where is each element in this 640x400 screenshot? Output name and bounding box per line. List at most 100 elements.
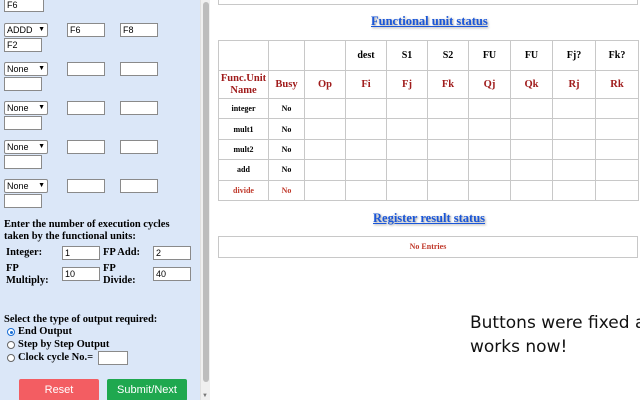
instr-2-dest-input[interactable]: F2 (4, 38, 42, 52)
fp-divide-label-2: Divide: (103, 275, 136, 286)
cell (510, 159, 553, 181)
reset-button[interactable]: Reset (19, 379, 99, 400)
cell (427, 138, 469, 161)
fp-multiply-label-2: Multiply: (6, 275, 49, 286)
chevron-down-icon: ▼ (38, 182, 45, 189)
cell (468, 138, 511, 161)
cell (595, 179, 639, 201)
instr-5-src2-input[interactable] (120, 140, 158, 154)
cell (386, 118, 428, 140)
busy-cell: No (268, 179, 305, 201)
integer-label: Integer: (6, 247, 43, 258)
unit-name-cell: mult2 (218, 138, 269, 161)
header-cell: Fj (386, 70, 428, 99)
instr-4-dest-input[interactable] (4, 116, 42, 130)
cell (345, 159, 387, 181)
overlay-caption: Buttons were fixed and works now! (470, 311, 640, 359)
cell (552, 179, 596, 201)
unit-name-cell: divide (218, 179, 269, 201)
cell (510, 97, 553, 120)
cell (510, 179, 553, 201)
instr-3-op-value: None (7, 64, 29, 74)
instr-5-op-select[interactable]: None ▼ (4, 140, 48, 154)
register-result-table: No Entries (218, 236, 638, 258)
header-cell: dest (345, 40, 387, 71)
cell (595, 118, 639, 140)
fp-divide-cycles-input[interactable]: 40 (153, 267, 191, 281)
busy-cell: No (268, 138, 305, 161)
step-output-radio[interactable] (7, 341, 15, 349)
header-cell: Rk (595, 70, 639, 99)
instr-6-op-value: None (7, 181, 29, 191)
functional-unit-status-title[interactable]: Functional unit status (371, 14, 488, 29)
scroll-down-arrow-icon[interactable]: ▼ (202, 393, 208, 399)
cell (468, 97, 511, 120)
table-row: mult2 No (218, 138, 639, 161)
instr-2-op-select[interactable]: ADDD ▼ (4, 23, 48, 37)
cell (552, 118, 596, 140)
instr-6-src2-input[interactable] (120, 179, 158, 193)
cell (304, 179, 346, 201)
scrollbar[interactable]: ▼ (200, 0, 210, 400)
instr-2-src1-input[interactable]: F6 (67, 23, 105, 37)
instr-1-dest-input[interactable]: F6 (4, 0, 44, 12)
integer-cycles-input[interactable]: 1 (62, 246, 100, 260)
chevron-down-icon: ▼ (38, 104, 45, 111)
header-row-2: Func.Unit Name Busy Op Fi Fj Fk Qj Qk Rj… (218, 70, 639, 99)
instr-2-src2-input[interactable]: F8 (120, 23, 158, 37)
cell (345, 138, 387, 161)
header-cell: S2 (427, 40, 469, 71)
cell (427, 159, 469, 181)
cell (595, 138, 639, 161)
header-cell: FU (510, 40, 553, 71)
cell (552, 97, 596, 120)
busy-cell: No (268, 118, 305, 140)
header-cell: Rj (552, 70, 596, 99)
clock-cycle-radio[interactable] (7, 354, 15, 362)
header-row-1: dest S1 S2 FU FU Fj? Fk? (218, 40, 639, 71)
cell (468, 118, 511, 140)
instr-4-op-select[interactable]: None ▼ (4, 101, 48, 115)
instr-4-src1-input[interactable] (67, 101, 105, 115)
functional-unit-table: dest S1 S2 FU FU Fj? Fk? Func.Unit Name … (218, 40, 639, 201)
instr-6-dest-input[interactable] (4, 194, 42, 208)
instr-3-dest-input[interactable] (4, 77, 42, 91)
header-cell: Fk? (595, 40, 639, 71)
instr-4-op-value: None (7, 103, 29, 113)
cell (510, 118, 553, 140)
clock-cycle-label: Clock cycle No.= (18, 352, 94, 363)
cell (595, 159, 639, 181)
end-output-radio[interactable] (7, 328, 15, 336)
table-row: mult1 No (218, 118, 639, 140)
instr-5-src1-input[interactable] (67, 140, 105, 154)
header-cell: Qj (468, 70, 511, 99)
chevron-down-icon: ▼ (38, 65, 45, 72)
chevron-down-icon: ▼ (38, 143, 45, 150)
cell (304, 118, 346, 140)
cell (427, 179, 469, 201)
scroll-thumb[interactable] (203, 2, 209, 382)
cell (427, 118, 469, 140)
fp-add-cycles-input[interactable]: 2 (153, 246, 191, 260)
header-cell: Fk (427, 70, 469, 99)
status-panel: Functional unit status dest S1 S2 FU FU … (210, 0, 640, 400)
instr-6-src1-input[interactable] (67, 179, 105, 193)
instr-5-dest-input[interactable] (4, 155, 42, 169)
instr-3-src1-input[interactable] (67, 62, 105, 76)
instr-3-src2-input[interactable] (120, 62, 158, 76)
cell (427, 97, 469, 120)
instr-4-src2-input[interactable] (120, 101, 158, 115)
instr-3-op-select[interactable]: None ▼ (4, 62, 48, 76)
instr-2-op-value: ADDD (7, 25, 33, 35)
register-result-status-title[interactable]: Register result status (373, 211, 485, 226)
cell (304, 159, 346, 181)
cell (304, 138, 346, 161)
busy-cell: No (268, 97, 305, 120)
instr-6-op-select[interactable]: None ▼ (4, 179, 48, 193)
header-cell (304, 40, 346, 71)
fp-multiply-cycles-input[interactable]: 10 (62, 267, 100, 281)
clock-cycle-input[interactable] (98, 351, 128, 365)
cell (468, 179, 511, 201)
submit-next-button[interactable]: Submit/Next (107, 379, 187, 400)
header-cell: Busy (268, 70, 305, 99)
